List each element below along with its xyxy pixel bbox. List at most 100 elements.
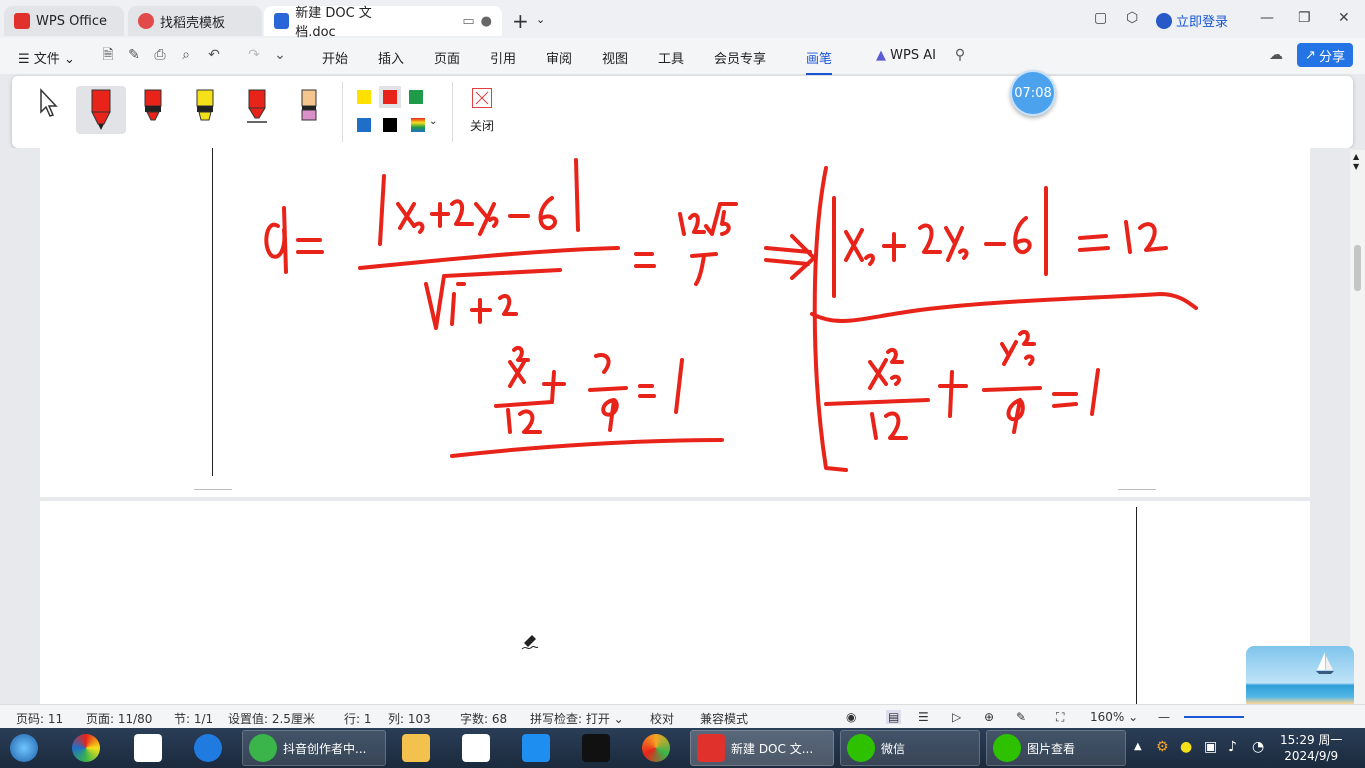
color-more[interactable] — [411, 118, 425, 132]
start-button[interactable] — [4, 730, 44, 766]
tab-template[interactable]: 找稻壳模板 — [128, 6, 262, 36]
menu-pen[interactable]: 画笔 — [806, 48, 833, 75]
tray-app-icon[interactable]: ● — [1180, 739, 1192, 755]
graph-app-icon — [134, 734, 162, 762]
wechat-icon — [847, 734, 875, 762]
menu-start[interactable]: 开始 — [322, 48, 348, 67]
login-button[interactable]: 立即登录 — [1156, 11, 1228, 30]
cloud-upload-icon[interactable]: ☁ — [1268, 47, 1284, 63]
undo-icon[interactable]: ↶ — [206, 47, 222, 63]
pen-ballpoint[interactable] — [128, 86, 178, 134]
color-black[interactable] — [383, 118, 397, 132]
share-button[interactable]: ↗ 分享 — [1297, 43, 1353, 67]
taskbar-douyin[interactable]: 抖音创作者中... — [242, 730, 386, 766]
scroll-up-icon[interactable]: ▲ — [1353, 152, 1359, 161]
menu-member[interactable]: 会员专享 — [714, 48, 766, 67]
tab-document[interactable]: 新建 DOC 文档.doc ▭ ● — [264, 6, 502, 40]
tray-network-icon[interactable]: ⚙ — [1156, 739, 1169, 755]
zoom-out-icon[interactable]: — — [1158, 710, 1170, 724]
eraser-tool[interactable] — [284, 86, 334, 134]
zoom-slider[interactable] — [1184, 716, 1244, 718]
status-col[interactable]: 列: 103 — [388, 710, 431, 727]
window-icon[interactable]: ▭ — [462, 14, 474, 29]
color-red[interactable] — [379, 86, 401, 108]
taskbar-app-ball[interactable] — [636, 730, 676, 766]
vertical-scrollbar[interactable]: ▲ ▼ — [1350, 150, 1365, 704]
taskbar-app-video[interactable] — [456, 730, 496, 766]
new-tab-button[interactable]: + — [512, 9, 529, 33]
pen-highlighter[interactable] — [180, 86, 230, 134]
timer-badge[interactable]: 07:08 — [1010, 70, 1056, 116]
chevron-down-icon[interactable]: ⌄ — [536, 13, 545, 26]
status-page[interactable]: 页面: 11/80 — [86, 710, 152, 727]
restore-icon[interactable]: ❐ — [1298, 10, 1311, 26]
pen-marker[interactable] — [76, 86, 126, 134]
page-view-icon[interactable]: ▤ — [886, 710, 902, 724]
taskbar-image-viewer[interactable]: 图片查看 — [986, 730, 1126, 766]
zoom-level[interactable]: 160% ⌄ — [1090, 710, 1138, 724]
taskbar-wps-doc[interactable]: 新建 DOC 文... — [690, 730, 834, 766]
taskbar-app-3[interactable] — [188, 730, 228, 766]
tablet-icon[interactable]: ▢ — [1094, 10, 1107, 26]
document-area[interactable] — [0, 148, 1365, 711]
status-page-code[interactable]: 页码: 11 — [16, 710, 63, 727]
save-icon[interactable]: 🗎 — [100, 47, 116, 63]
outline-view-icon[interactable]: ☰ — [918, 710, 929, 724]
status-words[interactable]: 字数: 68 — [460, 710, 507, 727]
print-icon[interactable]: ⎙ — [152, 47, 168, 63]
eye-icon[interactable]: ◉ — [846, 710, 856, 724]
taskbar-app-bird[interactable] — [576, 730, 616, 766]
taskbar-clock[interactable]: 15:29 周一 2024/9/9 — [1280, 732, 1342, 764]
menu-page[interactable]: 页面 — [434, 48, 460, 67]
minimize-icon[interactable]: — — [1260, 10, 1274, 26]
color-yellow[interactable] — [357, 90, 371, 104]
redo-icon[interactable]: ↷ — [246, 47, 262, 63]
menu-insert[interactable]: 插入 — [378, 48, 404, 67]
tab-wps-office[interactable]: WPS Office — [4, 6, 124, 36]
more-chevron-icon[interactable]: ⌄ — [272, 47, 288, 63]
chevron-down-icon[interactable]: ⌄ — [429, 116, 437, 127]
taskbar-app-2[interactable] — [128, 730, 168, 766]
taskbar-app-feishu[interactable] — [516, 730, 556, 766]
menu-view[interactable]: 视图 — [602, 48, 628, 67]
taskbar-app-1[interactable] — [66, 730, 106, 766]
color-blue[interactable] — [357, 118, 371, 132]
menu-tools[interactable]: 工具 — [658, 48, 684, 67]
cursor-icon[interactable] — [38, 88, 60, 118]
taskbar-explorer[interactable] — [396, 730, 436, 766]
tray-expand-icon[interactable]: ▲ — [1134, 741, 1142, 752]
status-setting[interactable]: 设置值: 2.5厘米 — [228, 710, 315, 727]
tray-volume-icon[interactable]: ♪ — [1228, 739, 1237, 755]
taskbar: 抖音创作者中... 新建 DOC 文... 微信 图片查看 ▲ ⚙ ● ▣ ♪ … — [0, 728, 1365, 768]
tab-bar: WPS Office 找稻壳模板 新建 DOC 文档.doc ▭ ● + ⌄ ▢… — [0, 0, 1365, 40]
share-icon: ↗ — [1305, 47, 1316, 63]
color-green[interactable] — [409, 90, 423, 104]
file-menu[interactable]: ☰ 文件 ⌄ — [18, 48, 75, 67]
cube-icon[interactable]: ⬡ — [1126, 10, 1138, 26]
close-pen-button[interactable] — [472, 88, 492, 108]
scroll-thumb[interactable] — [1354, 245, 1361, 291]
close-icon[interactable]: ✕ — [1338, 10, 1350, 26]
tray-wifi-icon[interactable]: ◔ — [1252, 739, 1264, 755]
status-section[interactable]: 节: 1/1 — [174, 710, 213, 727]
print-preview-icon[interactable]: ⌕ — [178, 47, 194, 63]
web-view-icon[interactable]: ⊕ — [984, 710, 994, 724]
search-icon[interactable]: ⚲ — [952, 47, 968, 63]
wps-ai-button[interactable]: ▲ WPS AI — [876, 48, 936, 63]
status-compat[interactable]: 兼容模式 — [700, 710, 748, 727]
divider — [342, 82, 343, 142]
status-proof[interactable]: 校对 — [650, 710, 674, 727]
status-row[interactable]: 行: 1 — [344, 710, 372, 727]
pen-fine[interactable] — [232, 86, 282, 134]
format-painter-icon[interactable]: ✎ — [126, 47, 142, 63]
taskbar-wechat[interactable]: 微信 — [840, 730, 980, 766]
menu-reference[interactable]: 引用 — [490, 48, 516, 67]
tray-monitor-icon[interactable]: ▣ — [1204, 739, 1217, 755]
status-spell[interactable]: 拼写检查: 打开 ⌄ — [530, 710, 624, 727]
pen-icon[interactable]: ✎ — [1016, 710, 1026, 724]
play-icon[interactable]: ▷ — [952, 710, 961, 724]
menu-review[interactable]: 审阅 — [546, 48, 572, 67]
dot-icon: ● — [480, 13, 492, 29]
fit-page-icon[interactable]: ⛶ — [1056, 710, 1064, 725]
scroll-down-icon[interactable]: ▼ — [1353, 162, 1359, 171]
